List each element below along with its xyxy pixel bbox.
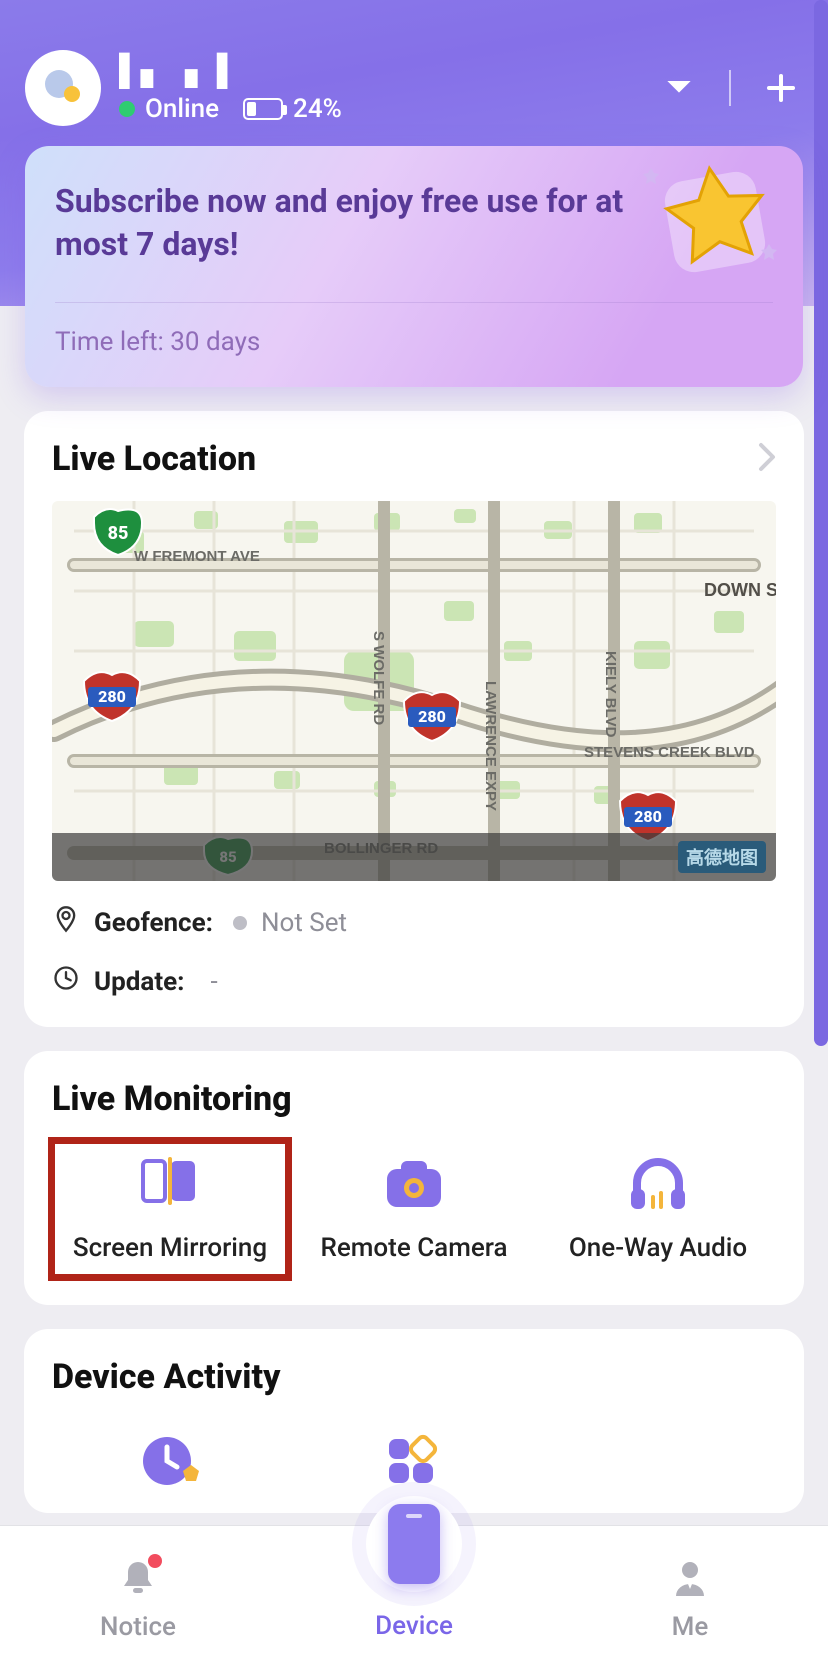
- svg-text:280: 280: [98, 687, 126, 706]
- device-dropdown-button[interactable]: [657, 66, 701, 110]
- chevron-right-icon: [758, 442, 776, 472]
- plus-icon: [765, 72, 797, 104]
- feature-remote-camera[interactable]: Remote Camera: [296, 1141, 532, 1277]
- promo-title: Subscribe now and enjoy free use for at …: [55, 180, 629, 266]
- status-dot-icon: [119, 101, 135, 117]
- feature-placeholder[interactable]: [540, 1419, 776, 1503]
- map-road-label: STEVENS CREEK BLVD: [584, 744, 755, 761]
- device-center-button[interactable]: [366, 1496, 462, 1592]
- svg-text:280: 280: [634, 807, 662, 826]
- person-icon: [668, 1556, 712, 1604]
- live-location-title: Live Location: [52, 439, 256, 479]
- camera-icon: [379, 1155, 449, 1211]
- bell-icon: [116, 1556, 160, 1604]
- map-road-label: W FREMONT AVE: [134, 548, 260, 565]
- device-activity-title: Device Activity: [52, 1357, 776, 1397]
- phone-icon: [388, 1504, 440, 1584]
- map-road-label: S WOLFE RD: [370, 631, 387, 725]
- avatar[interactable]: [25, 50, 101, 126]
- nav-notice[interactable]: Notice: [0, 1526, 276, 1671]
- subscribe-promo-card[interactable]: Subscribe now and enjoy free use for at …: [25, 146, 803, 387]
- battery-icon: [243, 98, 283, 120]
- nav-me[interactable]: Me: [552, 1526, 828, 1671]
- bottom-nav: Notice Device Me: [0, 1525, 828, 1671]
- device-activity-card: Device Activity: [24, 1329, 804, 1513]
- mini-map[interactable]: W FREMONT AVE S WOLFE RD LAWRENCE EXPY K…: [52, 501, 776, 881]
- map-corner-label: DOWN SANTA: [704, 580, 776, 600]
- svg-text:280: 280: [418, 707, 446, 726]
- chevron-down-icon: [665, 78, 693, 98]
- apps-grid-icon: [379, 1433, 449, 1489]
- notification-dot-icon: [148, 1554, 162, 1568]
- scrollbar-track[interactable]: [814, 0, 828, 1060]
- promo-subtitle: Time left: 30 days: [55, 302, 773, 357]
- scrollbar-thumb[interactable]: [814, 0, 828, 1046]
- headphones-icon: [623, 1155, 693, 1211]
- map-road-label: KIELY BLVD: [602, 651, 619, 738]
- device-name-label: ▌▖ ▗ ▐: [119, 53, 639, 88]
- status-online: Online: [119, 94, 219, 124]
- live-monitoring-card: Live Monitoring Screen Mirroring Remote …: [24, 1051, 804, 1305]
- live-monitoring-title: Live Monitoring: [52, 1079, 776, 1119]
- add-device-button[interactable]: [759, 66, 803, 110]
- feature-apps-grid[interactable]: [296, 1419, 532, 1503]
- live-location-open-button[interactable]: [758, 442, 776, 476]
- geofence-icon: [52, 905, 80, 940]
- header-divider: [729, 70, 731, 106]
- clock-icon: [52, 964, 80, 999]
- feature-one-way-audio[interactable]: One-Way Audio: [540, 1141, 776, 1277]
- map-attribution-bar: 高德地图: [52, 833, 776, 881]
- live-location-card: Live Location: [24, 411, 804, 1027]
- clock-badge-icon: [135, 1433, 205, 1489]
- map-road-label: LAWRENCE EXPY: [482, 681, 499, 811]
- screen-mirroring-icon: [135, 1155, 205, 1211]
- svg-text:85: 85: [108, 523, 129, 544]
- status-dot-grey-icon: [233, 916, 247, 930]
- geofence-row[interactable]: Geofence: Not Set: [52, 905, 776, 940]
- nav-device[interactable]: Device: [276, 1526, 552, 1671]
- star-decoration-icon: [641, 152, 791, 286]
- battery-status: 24%: [243, 94, 342, 124]
- feature-screen-time[interactable]: [52, 1419, 288, 1503]
- feature-screen-mirroring[interactable]: Screen Mirroring: [52, 1141, 288, 1277]
- update-row: Update: -: [52, 964, 776, 999]
- map-attribution-badge: 高德地图: [678, 841, 766, 873]
